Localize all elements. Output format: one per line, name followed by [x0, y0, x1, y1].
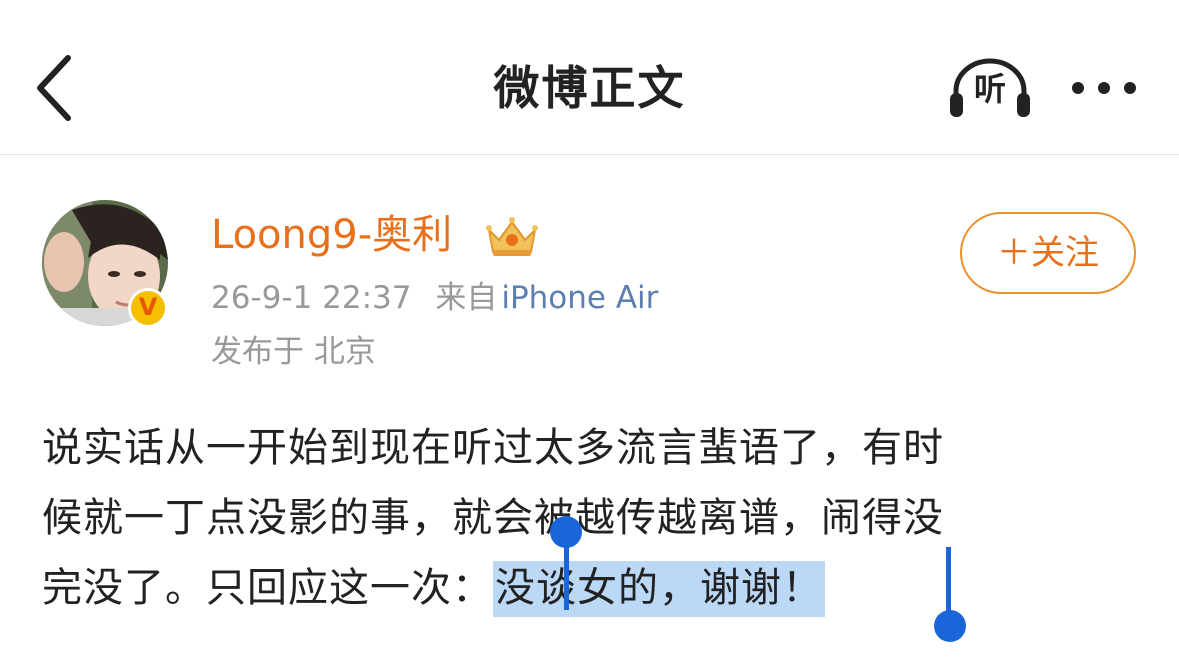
selected-text[interactable]: 没谈女的，谢谢！ — [493, 561, 825, 617]
more-dots-icon[interactable] — [1068, 76, 1140, 100]
crown-icon[interactable] — [483, 214, 541, 258]
follow-button[interactable]: ＋关注 — [960, 212, 1136, 294]
post-text-line: 候就一丁点没影的事，就会被越传越离谱，闹得没 — [42, 495, 944, 541]
top-navigation-bar: 微博正文 听 — [0, 0, 1179, 155]
selection-end-handle[interactable] — [934, 610, 966, 642]
source-device-link[interactable]: iPhone Air — [501, 280, 658, 316]
post-timestamp: 26-9-1 22:37 — [211, 280, 412, 316]
post-text-segment: 完没了。只回应这一次： — [42, 565, 493, 611]
listen-button[interactable]: 听 — [946, 55, 1034, 121]
selection-start-caret — [564, 540, 569, 610]
post-body[interactable]: 说实话从一开始到现在听过太多流言蜚语了，有时 候就一丁点没影的事，就会被越传越离… — [42, 413, 1137, 623]
post-text-line: 说实话从一开始到现在听过太多流言蜚语了，有时 — [42, 425, 944, 471]
post-location: 发布于 北京 — [211, 334, 376, 370]
source-prefix: 来自 — [435, 280, 498, 316]
post-text-line: 完没了。只回应这一次：没谈女的，谢谢！ — [42, 553, 1137, 623]
selection-end-caret — [946, 547, 951, 617]
listen-label: 听 — [973, 70, 1006, 108]
verified-badge: V — [128, 288, 168, 328]
post-meta: 26-9-1 22:37 来自 iPhone Air — [211, 278, 658, 318]
author-name[interactable]: Loong9-奥利 — [211, 208, 452, 262]
